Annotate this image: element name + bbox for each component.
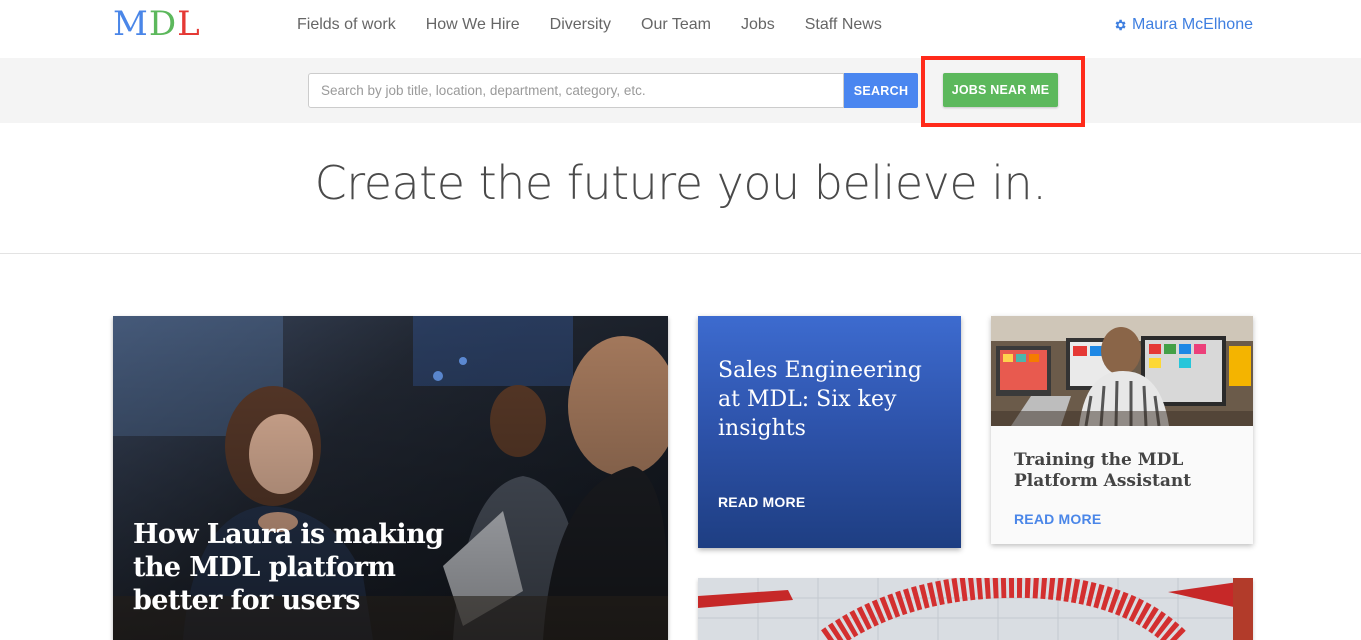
training-card[interactable]: Training the MDL Platform Assistant READ…	[991, 316, 1253, 544]
user-menu[interactable]: Maura McElhone	[1113, 15, 1253, 35]
hero-tagline: Create the future you believe in.	[314, 156, 1047, 210]
nav-how-we-hire[interactable]: How We Hire	[426, 15, 520, 35]
training-read-more[interactable]: READ MORE	[1014, 511, 1101, 527]
training-photo	[991, 316, 1253, 426]
search-bar: SEARCH JOBS NEAR ME	[0, 58, 1361, 123]
logo-letter-l: L	[177, 4, 201, 44]
electronics-photo	[698, 578, 1253, 640]
nav-our-team[interactable]: Our Team	[641, 15, 711, 35]
nav-staff-news[interactable]: Staff News	[805, 15, 882, 35]
nav-diversity[interactable]: Diversity	[550, 15, 611, 35]
user-name: Maura McElhone	[1132, 16, 1253, 33]
sales-engineering-read-more[interactable]: READ MORE	[718, 494, 805, 510]
training-title: Training the MDL Platform Assistant	[1014, 450, 1192, 491]
logo-letter-m: M	[113, 4, 149, 44]
top-nav-bar: MDL Fields of work How We Hire Diversity…	[0, 0, 1361, 58]
nav-fields-of-work[interactable]: Fields of work	[297, 15, 396, 35]
hero-section: Create the future you believe in.	[0, 123, 1361, 254]
sales-engineering-title: Sales Engineering at MDL: Six key insigh…	[718, 358, 922, 441]
electronics-story-card[interactable]	[698, 578, 1253, 640]
sales-engineering-card[interactable]: Sales Engineering at MDL: Six key insigh…	[698, 316, 961, 548]
nav-jobs[interactable]: Jobs	[741, 15, 775, 35]
gear-icon	[1115, 19, 1126, 31]
job-search-input[interactable]	[308, 73, 844, 108]
search-button[interactable]: SEARCH	[844, 73, 918, 108]
logo-letter-d: D	[148, 4, 178, 44]
highlight-annotation	[921, 56, 1085, 127]
main-nav: Fields of work How We Hire Diversity Our…	[297, 15, 912, 35]
featured-story-card[interactable]: How Laura is making the MDL platform bet…	[113, 316, 668, 640]
featured-story-title: How Laura is making the MDL platform bet…	[133, 519, 444, 616]
mdl-logo[interactable]: MDL	[113, 4, 201, 44]
